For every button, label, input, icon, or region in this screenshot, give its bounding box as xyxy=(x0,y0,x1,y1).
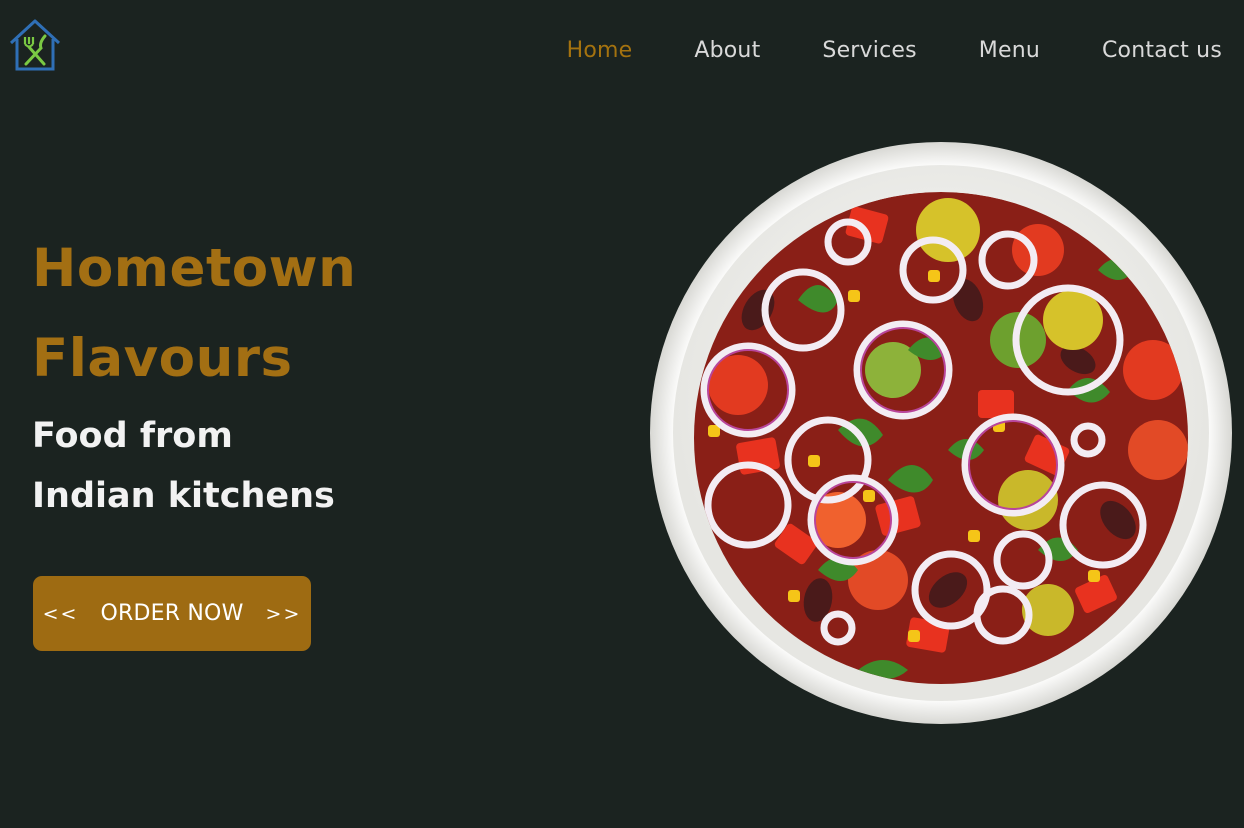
nav-home[interactable]: Home xyxy=(567,36,633,66)
house-fork-knife-icon xyxy=(9,19,61,71)
hero-subtitle-line1: Food from xyxy=(32,416,233,456)
hero-title-line1: Hometown xyxy=(32,238,357,299)
main-nav: Home About Services Menu Contact us xyxy=(567,36,1222,66)
hero-title-line2: Flavours xyxy=(32,328,293,389)
hero-subtitle: Food from Indian kitchens xyxy=(32,406,335,526)
hero-subtitle-line2: Indian kitchens xyxy=(32,476,335,516)
order-now-button[interactable]: << ORDER NOW >> xyxy=(33,576,311,651)
salad-bowl-image xyxy=(648,140,1234,726)
nav-about[interactable]: About xyxy=(694,36,760,66)
hero-title: Hometown Flavours xyxy=(32,224,356,404)
chevron-right-icon: >> xyxy=(265,602,302,625)
nav-services[interactable]: Services xyxy=(822,36,916,66)
order-now-label: ORDER NOW xyxy=(100,601,244,626)
logo[interactable] xyxy=(7,17,63,73)
chevron-left-icon: << xyxy=(42,602,79,625)
nav-contact[interactable]: Contact us xyxy=(1102,36,1222,66)
nav-menu[interactable]: Menu xyxy=(979,36,1040,66)
